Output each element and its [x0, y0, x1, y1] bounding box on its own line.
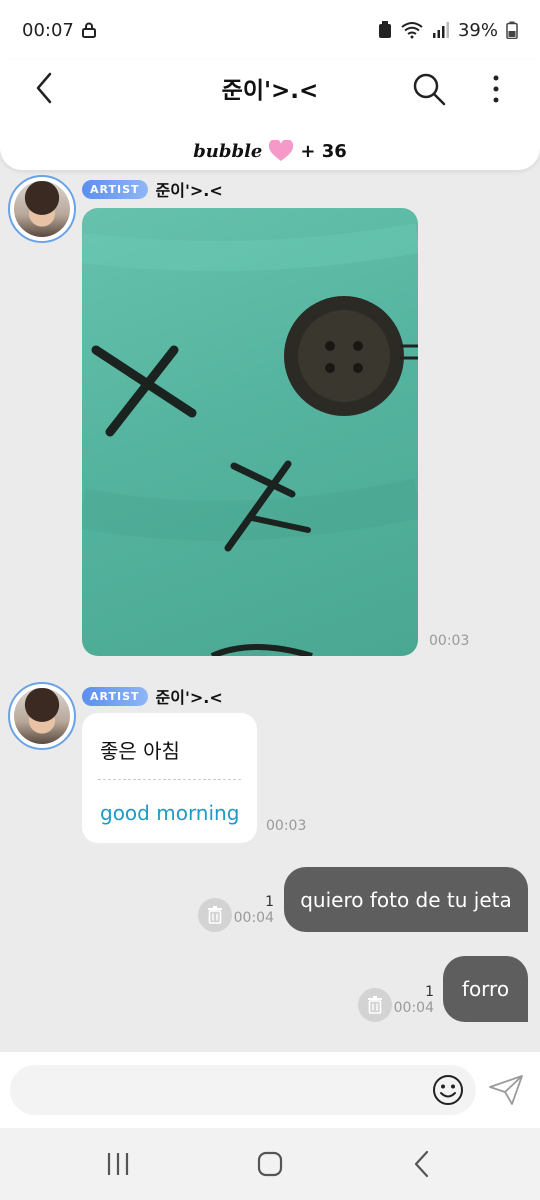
outgoing-message-bubble[interactable]: forro	[443, 956, 528, 1022]
message-input[interactable]	[10, 1065, 476, 1115]
read-count: 1	[425, 984, 434, 1000]
heart-icon	[269, 140, 294, 161]
message-input-bar	[0, 1052, 540, 1128]
chat-title: 준이'>.<	[221, 78, 319, 104]
artist-badge: ARTIST	[82, 179, 148, 199]
status-right: 39%	[378, 20, 518, 41]
alarm-icon	[378, 21, 391, 38]
avatar-image	[14, 181, 70, 237]
sender-row: ARTIST 준이'>.<	[82, 684, 223, 708]
send-icon[interactable]	[488, 1074, 524, 1106]
back-arrow-icon[interactable]	[30, 68, 60, 108]
trash-icon	[208, 906, 222, 924]
status-bar: 00:07 39%	[0, 0, 540, 60]
trash-icon	[368, 996, 382, 1014]
signal-icon	[432, 22, 449, 38]
lock-icon	[81, 22, 96, 38]
delete-button[interactable]	[198, 898, 232, 932]
avatar-image	[14, 688, 70, 744]
outgoing-message-bubble[interactable]: quiero foto de tu jeta	[284, 867, 528, 932]
status-time: 00:07	[22, 19, 74, 41]
bubble-subscription-row[interactable]: bubble + 36	[0, 136, 540, 166]
message-time: 00:03	[429, 633, 470, 649]
message-time: 00:03	[266, 818, 307, 834]
message-text: quiero foto de tu jeta	[300, 887, 512, 912]
translation-divider	[98, 779, 241, 780]
text-message-bubble[interactable]: 좋은 아침 good morning	[82, 713, 257, 843]
message-time: 00:04	[233, 910, 274, 926]
artist-avatar[interactable]	[8, 175, 76, 243]
battery-icon	[506, 21, 518, 39]
recent-apps-icon[interactable]	[104, 1150, 132, 1178]
bubble-count: + 36	[300, 140, 347, 162]
message-translation: good morning	[100, 801, 240, 825]
artist-badge: ARTIST	[82, 686, 148, 706]
sender-row: ARTIST 준이'>.<	[82, 177, 223, 201]
message-meta: 1 00:04	[230, 894, 274, 926]
more-options-icon[interactable]	[484, 70, 508, 108]
battery-percent: 39%	[457, 19, 498, 41]
photo-message[interactable]	[82, 208, 418, 656]
header-row: 준이'>.<	[0, 60, 540, 116]
status-left: 00:07	[22, 20, 96, 41]
wifi-icon	[401, 22, 423, 39]
message-text: 좋은 아침	[100, 739, 180, 763]
artist-avatar[interactable]	[8, 682, 76, 750]
sender-name: 준이'>.<	[155, 181, 223, 200]
search-icon[interactable]	[410, 70, 448, 108]
emoji-icon[interactable]	[432, 1074, 464, 1106]
bubble-brand: bubble	[193, 140, 263, 162]
message-time: 00:04	[393, 1000, 434, 1016]
sender-name: 준이'>.<	[155, 688, 223, 707]
home-icon[interactable]	[256, 1150, 284, 1178]
nav-back-icon[interactable]	[410, 1148, 434, 1180]
photo-image	[82, 223, 418, 656]
system-nav-bar	[0, 1128, 540, 1200]
read-count: 1	[265, 894, 274, 910]
chat-header: 준이'>.< bubble + 36	[0, 60, 540, 170]
delete-button[interactable]	[358, 988, 392, 1022]
message-text: forro	[461, 977, 510, 1001]
message-meta: 1 00:04	[390, 984, 434, 1016]
